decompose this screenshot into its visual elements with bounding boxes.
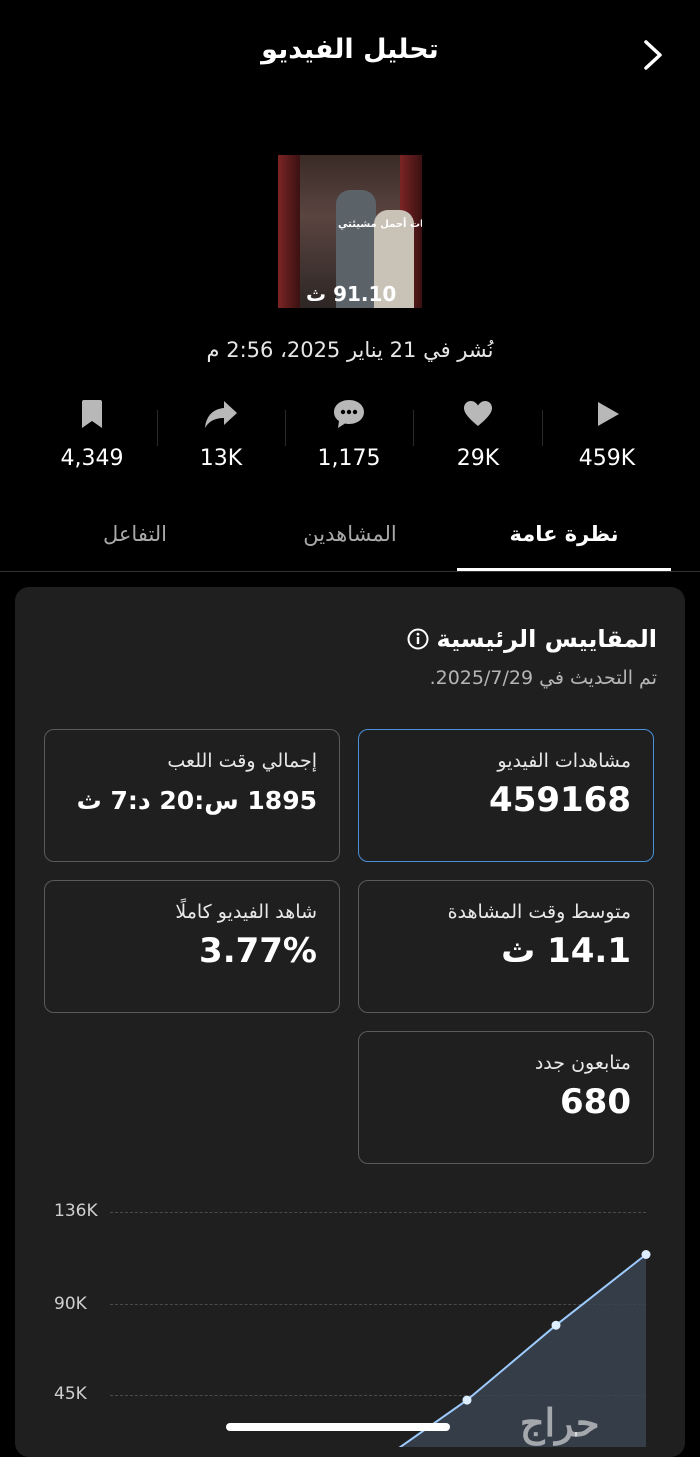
home-indicator <box>226 1423 450 1431</box>
chart-point <box>641 1250 651 1259</box>
views-line-chart <box>378 1250 651 1447</box>
chart-area <box>378 1254 646 1447</box>
chart-point <box>551 1320 561 1330</box>
watermark: حراج <box>520 1400 600 1445</box>
chart-point <box>462 1395 472 1405</box>
